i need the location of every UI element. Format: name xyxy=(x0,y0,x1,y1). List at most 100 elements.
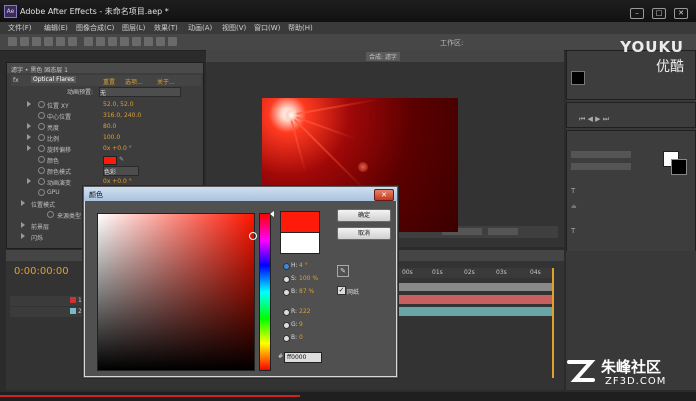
tab-composition[interactable]: 合成: 滤字 xyxy=(366,52,400,61)
hue-slider-handle[interactable] xyxy=(270,211,274,217)
about-link[interactable]: 关于... xyxy=(157,77,175,86)
eyedropper-icon[interactable]: ✎ xyxy=(119,156,127,163)
saturation-brightness-field[interactable] xyxy=(97,213,257,371)
twirl-icon[interactable] xyxy=(27,123,31,129)
prop-value[interactable]: 0x +0.0 ° xyxy=(103,178,132,185)
twirl-icon[interactable] xyxy=(21,222,25,228)
current-time-indicator[interactable] xyxy=(552,268,554,378)
eraser-tool-icon[interactable] xyxy=(144,37,153,46)
brightness-radio[interactable] xyxy=(283,289,290,296)
green-radio[interactable] xyxy=(283,322,290,329)
font-style-dropdown[interactable] xyxy=(571,163,631,170)
options-link[interactable]: 选项... xyxy=(125,77,143,86)
puppet-tool-icon[interactable] xyxy=(168,37,177,46)
dialog-title-bar[interactable]: 颜色 ✕ xyxy=(84,187,397,201)
twirl-icon[interactable] xyxy=(27,101,31,107)
stopwatch-icon[interactable] xyxy=(38,123,45,130)
brightness-value[interactable]: 87 % xyxy=(299,288,314,295)
roto-tool-icon[interactable] xyxy=(156,37,165,46)
stopwatch-icon[interactable] xyxy=(38,189,45,196)
menu-window[interactable]: 窗口(W) xyxy=(254,23,280,33)
menu-file[interactable]: 文件(F) xyxy=(8,23,32,33)
color-mode-dropdown[interactable]: 色彩 xyxy=(103,166,139,176)
views-dropdown[interactable] xyxy=(488,228,518,235)
saturation-value[interactable]: 100 % xyxy=(299,275,318,282)
selection-tool-icon[interactable] xyxy=(8,37,17,46)
preview-controls-icon[interactable]: ⏮ ◀ ▶ ⏭ xyxy=(579,115,609,124)
menu-composition[interactable]: 图像合成(C) xyxy=(76,23,114,33)
original-color-swatch[interactable] xyxy=(280,232,320,254)
red-value[interactable]: 222 xyxy=(299,308,310,315)
menu-help[interactable]: 帮助(H) xyxy=(288,23,313,33)
color-swatch[interactable] xyxy=(103,156,117,165)
hue-radio[interactable] xyxy=(283,263,290,270)
minimize-button[interactable]: – xyxy=(630,8,644,19)
twirl-icon[interactable] xyxy=(27,134,31,140)
text-tool-icon[interactable] xyxy=(108,37,117,46)
twirl-icon[interactable] xyxy=(21,200,25,206)
dialog-close-button[interactable]: ✕ xyxy=(374,189,394,201)
stopwatch-icon[interactable] xyxy=(38,112,45,119)
reset-link[interactable]: 重置 xyxy=(103,77,115,86)
prop-value[interactable]: 100.0 xyxy=(103,134,120,141)
prop-value[interactable]: 316.0, 240.0 xyxy=(103,112,141,119)
pan-tool-icon[interactable] xyxy=(68,37,77,46)
time-ruler[interactable]: 00s 01s 02s 03s 04s xyxy=(396,268,552,278)
eyedropper-icon[interactable]: ✎ xyxy=(337,265,349,277)
maximize-button[interactable]: □ xyxy=(652,8,666,19)
hue-value[interactable]: 4 ° xyxy=(299,262,308,269)
layer-row[interactable]: 1 xyxy=(10,296,84,306)
prop-value[interactable]: 0x +0.0 ° xyxy=(103,145,132,152)
menu-layer[interactable]: 图层(L) xyxy=(122,23,145,33)
twirl-icon[interactable] xyxy=(27,145,31,151)
saturation-radio[interactable] xyxy=(283,276,290,283)
blue-value[interactable]: 0 xyxy=(299,334,303,341)
layer-duration-bar[interactable] xyxy=(396,295,552,304)
stopwatch-icon[interactable] xyxy=(38,101,45,108)
stopwatch-icon[interactable] xyxy=(38,145,45,152)
clone-tool-icon[interactable] xyxy=(132,37,141,46)
hex-input[interactable]: ff0000 xyxy=(284,352,322,363)
effect-name[interactable]: Optical Flares xyxy=(31,76,77,83)
menu-view[interactable]: 视图(V) xyxy=(222,23,246,33)
stroke-color-swatch[interactable] xyxy=(671,159,687,175)
twirl-icon[interactable] xyxy=(21,233,25,239)
rotate-tool-icon[interactable] xyxy=(44,37,53,46)
menu-effect[interactable]: 效果(T) xyxy=(154,23,178,33)
stopwatch-icon[interactable] xyxy=(38,134,45,141)
font-dropdown[interactable] xyxy=(571,151,631,158)
color-field-cursor[interactable] xyxy=(249,232,257,240)
prop-value[interactable]: 52.0, 52.0 xyxy=(103,101,134,108)
green-value[interactable]: 9 xyxy=(299,321,303,328)
stopwatch-icon[interactable] xyxy=(38,156,45,163)
work-area-bar[interactable] xyxy=(396,283,552,291)
blue-radio[interactable] xyxy=(283,335,290,342)
camera-tool-icon[interactable] xyxy=(56,37,65,46)
stopwatch-icon[interactable] xyxy=(47,211,54,218)
zoom-tool-icon[interactable] xyxy=(32,37,41,46)
cancel-button[interactable]: 取消 xyxy=(337,227,391,240)
red-radio[interactable] xyxy=(283,309,290,316)
tracking-icon[interactable]: ≐ xyxy=(571,203,577,211)
scale-icon[interactable]: T xyxy=(571,227,575,235)
layer-row[interactable]: 2 xyxy=(10,307,84,317)
ok-button[interactable]: 确定 xyxy=(337,209,391,222)
font-size-icon[interactable]: T xyxy=(571,187,575,195)
only-web-colors-checkbox[interactable]: ✓ xyxy=(337,286,346,295)
current-time[interactable]: 0:00:00:00 xyxy=(14,266,69,277)
brush-tool-icon[interactable] xyxy=(120,37,129,46)
hand-tool-icon[interactable] xyxy=(20,37,29,46)
stopwatch-icon[interactable] xyxy=(38,178,45,185)
layer-duration-bar[interactable] xyxy=(396,307,552,316)
hue-slider[interactable] xyxy=(259,213,271,371)
pen-tool-icon[interactable] xyxy=(96,37,105,46)
video-progress-bar[interactable] xyxy=(0,395,300,397)
menu-edit[interactable]: 编辑(E) xyxy=(44,23,68,33)
prop-value[interactable]: 80.0 xyxy=(103,123,116,130)
mask-tool-icon[interactable] xyxy=(84,37,93,46)
close-button[interactable]: ✕ xyxy=(674,8,688,19)
preset-dropdown[interactable]: 无 xyxy=(99,87,181,97)
twirl-icon[interactable] xyxy=(27,178,31,184)
menu-animation[interactable]: 动画(A) xyxy=(188,23,212,33)
stopwatch-icon[interactable] xyxy=(38,167,45,174)
